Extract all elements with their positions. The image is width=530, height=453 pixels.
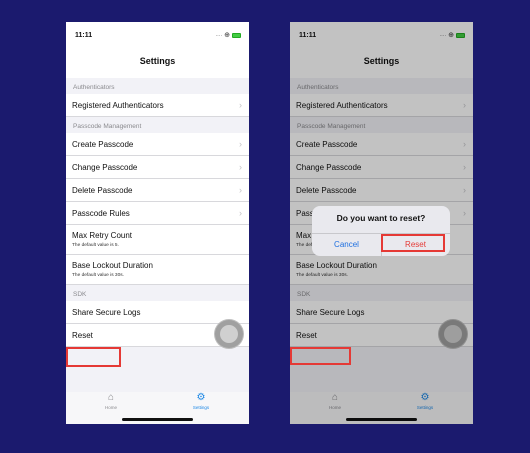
battery-icon bbox=[232, 32, 241, 38]
section-header-passcode: Passcode Management bbox=[73, 123, 142, 130]
phone-screen-reset-alert: 11:11 .... ⊕ Settings Authenticators Reg… bbox=[290, 22, 473, 424]
reset-row-highlight bbox=[290, 347, 351, 365]
home-icon: ⌂ bbox=[107, 392, 115, 403]
row-registered-authenticators[interactable]: Registered Authenticators › bbox=[66, 94, 249, 117]
status-icons: .... ⊕ bbox=[215, 31, 241, 39]
reset-row-highlight bbox=[66, 347, 121, 367]
status-bar: 11:11 .... ⊕ bbox=[66, 22, 249, 52]
row-label: Base Lockout Duration bbox=[72, 261, 153, 270]
assistive-touch-button[interactable] bbox=[215, 320, 243, 348]
cancel-button[interactable]: Cancel bbox=[312, 233, 381, 256]
tab-settings[interactable]: ⚙ Settings bbox=[156, 392, 246, 410]
status-time: 11:11 bbox=[75, 32, 93, 39]
tab-label: Home bbox=[104, 405, 117, 410]
row-change-passcode[interactable]: Change Passcode › bbox=[66, 156, 249, 179]
row-subtitle: The default value is 5. bbox=[72, 243, 119, 248]
settings-list: Authenticators Registered Authenticators… bbox=[66, 78, 249, 347]
row-delete-passcode[interactable]: Delete Passcode › bbox=[66, 179, 249, 202]
row-label: Registered Authenticators bbox=[72, 101, 164, 110]
row-label: Reset bbox=[72, 331, 93, 340]
row-label: Delete Passcode bbox=[72, 186, 133, 195]
chevron-right-icon: › bbox=[239, 162, 242, 172]
alert-title: Do you want to reset? bbox=[336, 213, 426, 223]
row-create-passcode[interactable]: Create Passcode › bbox=[66, 133, 249, 156]
row-base-lockout-duration[interactable]: Base Lockout Duration The default value … bbox=[66, 255, 249, 285]
row-max-retry-count[interactable]: Max Retry Count The default value is 5. bbox=[66, 225, 249, 255]
row-passcode-rules[interactable]: Passcode Rules › bbox=[66, 202, 249, 225]
phone-screen-settings: 11:11 .... ⊕ Settings Authenticators Reg… bbox=[66, 22, 249, 424]
chevron-right-icon: › bbox=[239, 208, 242, 218]
signal-dots: .... bbox=[215, 32, 223, 38]
home-indicator bbox=[122, 418, 193, 421]
chevron-right-icon: › bbox=[239, 139, 242, 149]
chevron-right-icon: › bbox=[239, 185, 242, 195]
row-label: Share Secure Logs bbox=[72, 308, 141, 317]
row-subtitle: The default value is 30s. bbox=[72, 273, 124, 278]
section-header-sdk: SDK bbox=[73, 291, 87, 298]
nav-bar: Settings bbox=[66, 52, 249, 78]
reset-button-highlight bbox=[381, 234, 445, 252]
row-share-secure-logs[interactable]: Share Secure Logs bbox=[66, 301, 249, 324]
gear-icon: ⚙ bbox=[196, 392, 206, 403]
link-icon: ⊕ bbox=[224, 32, 230, 39]
row-label: Create Passcode bbox=[72, 140, 134, 149]
tab-home[interactable]: ⌂ Home bbox=[66, 392, 156, 410]
row-label: Max Retry Count bbox=[72, 231, 133, 240]
section-header-authenticators: Authenticators bbox=[73, 84, 115, 91]
page-title: Settings bbox=[139, 56, 176, 66]
row-label: Passcode Rules bbox=[72, 209, 130, 218]
chevron-right-icon: › bbox=[239, 100, 242, 110]
tab-label: Settings bbox=[192, 405, 210, 410]
row-label: Change Passcode bbox=[72, 163, 138, 172]
